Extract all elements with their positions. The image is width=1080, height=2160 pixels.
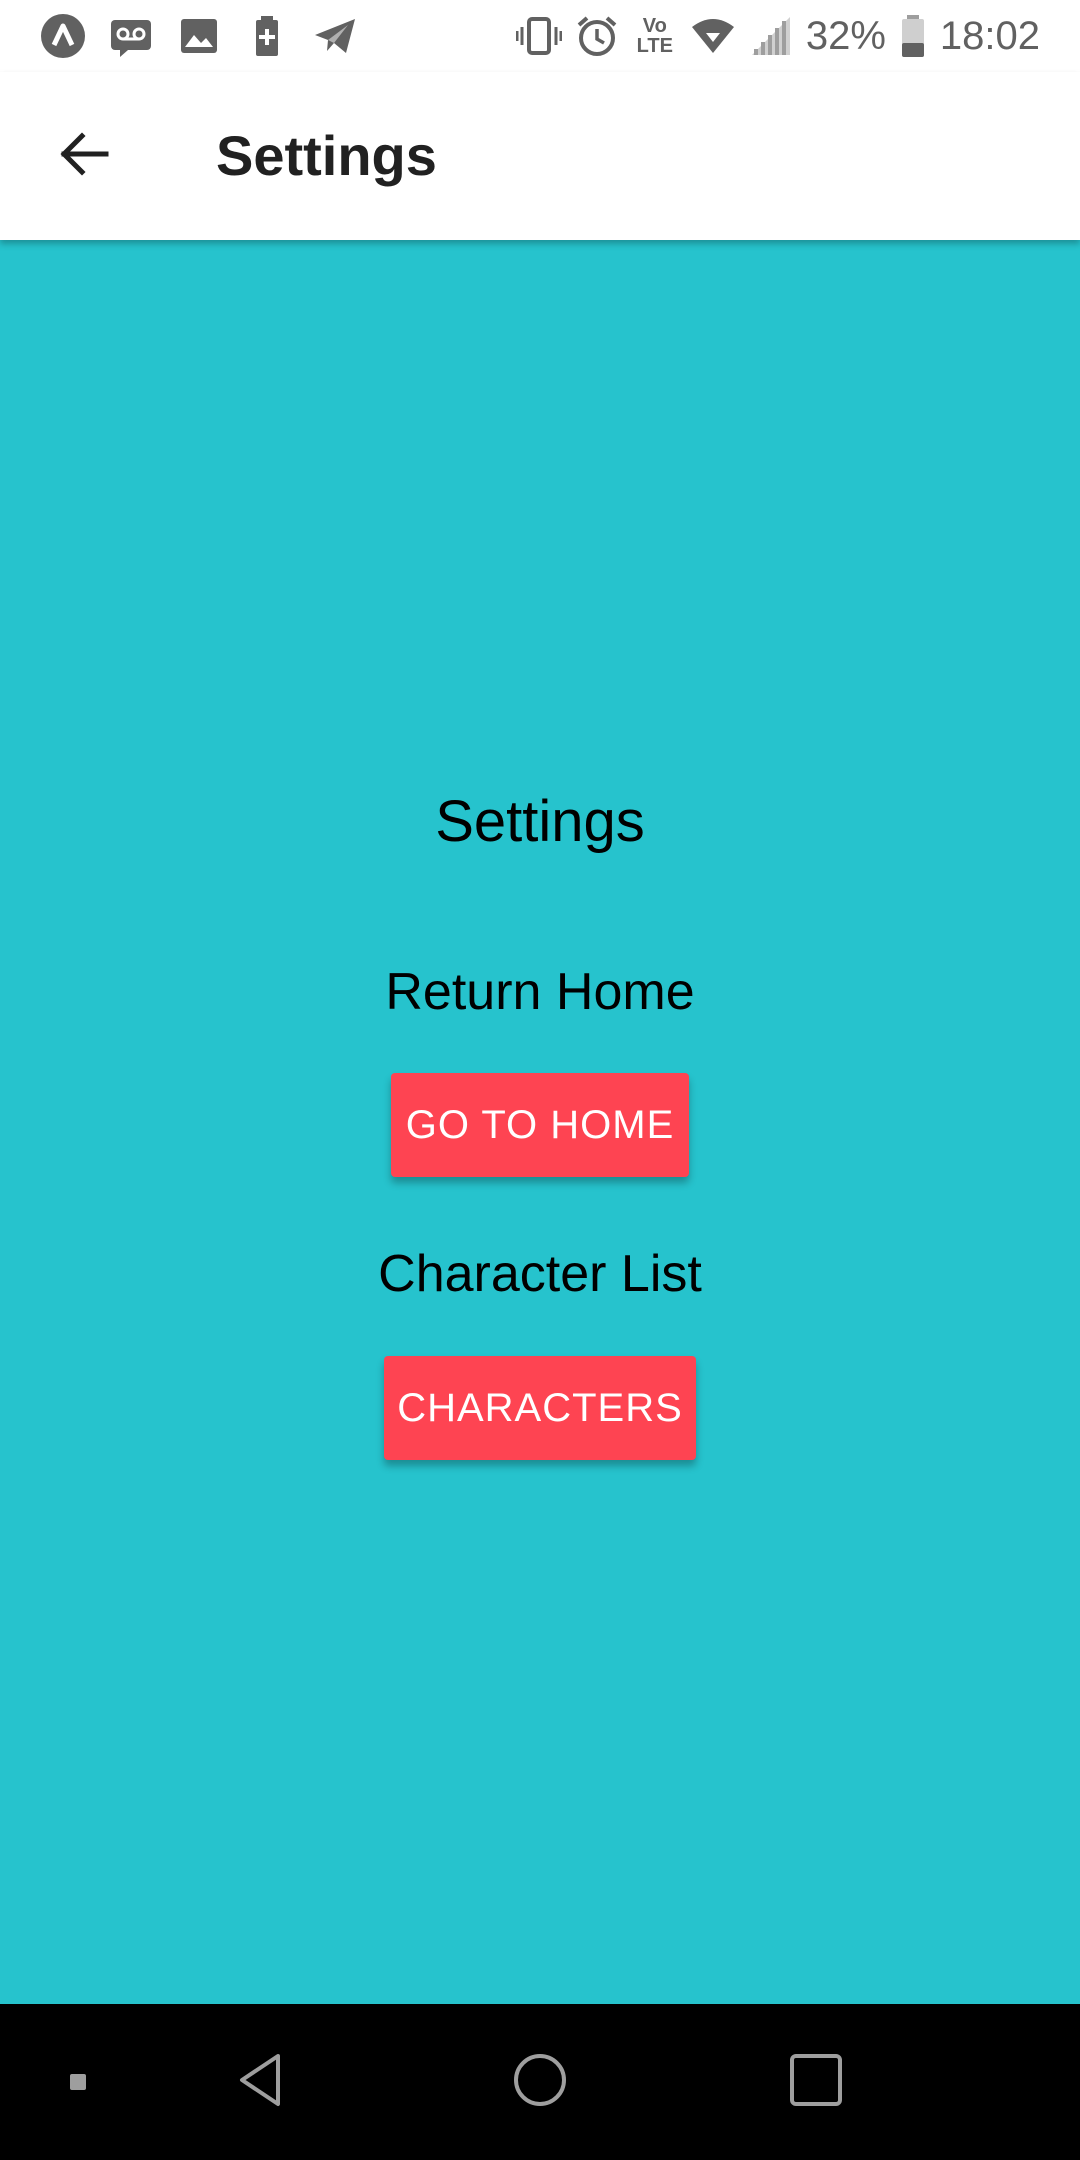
battery-percent: 32% [805,13,886,58]
clock: 18:02 [939,13,1040,58]
volte-top-text: Vo [642,15,667,37]
arrow-back-icon [56,126,112,187]
back-button[interactable] [44,116,124,196]
navigation-bar [0,2004,1080,2160]
nav-home-icon [510,2050,570,2115]
app-bar: Settings [0,72,1080,240]
small-square-icon[interactable] [50,2004,106,2160]
nav-recents-icon [786,2050,846,2115]
telegram-icon [312,13,358,59]
image-icon [176,13,222,59]
alarm-icon [574,13,620,59]
app-a-icon [40,13,86,59]
voicemail-icon [108,13,154,59]
nav-recents-button[interactable] [776,2004,856,2160]
nav-back-button[interactable] [222,2004,302,2160]
nav-home-button[interactable] [500,2004,580,2160]
status-right-icons: Vo LTE 32% 18:02 [515,12,1040,60]
vibrate-icon [515,13,562,59]
nav-back-icon [232,2050,292,2115]
volte-bottom-text: LTE [636,35,673,57]
page-title: Settings [435,789,645,854]
wifi-icon [690,13,736,59]
signal-icon [748,13,794,59]
battery-icon [898,13,928,59]
characters-button[interactable]: CHARACTERS [384,1356,696,1460]
return-home-label: Return Home [385,963,695,1021]
volte-icon: Vo LTE [632,13,678,59]
character-list-label: Character List [378,1245,702,1303]
settings-screen: Settings Return Home GO TO HOME Characte… [0,240,1080,2004]
battery-saver-icon [244,13,290,59]
app-bar-title: Settings [216,124,437,187]
status-left-icons [40,12,358,60]
status-bar: Vo LTE 32% 18:02 [0,0,1080,72]
go-to-home-button[interactable]: GO TO HOME [391,1073,689,1177]
